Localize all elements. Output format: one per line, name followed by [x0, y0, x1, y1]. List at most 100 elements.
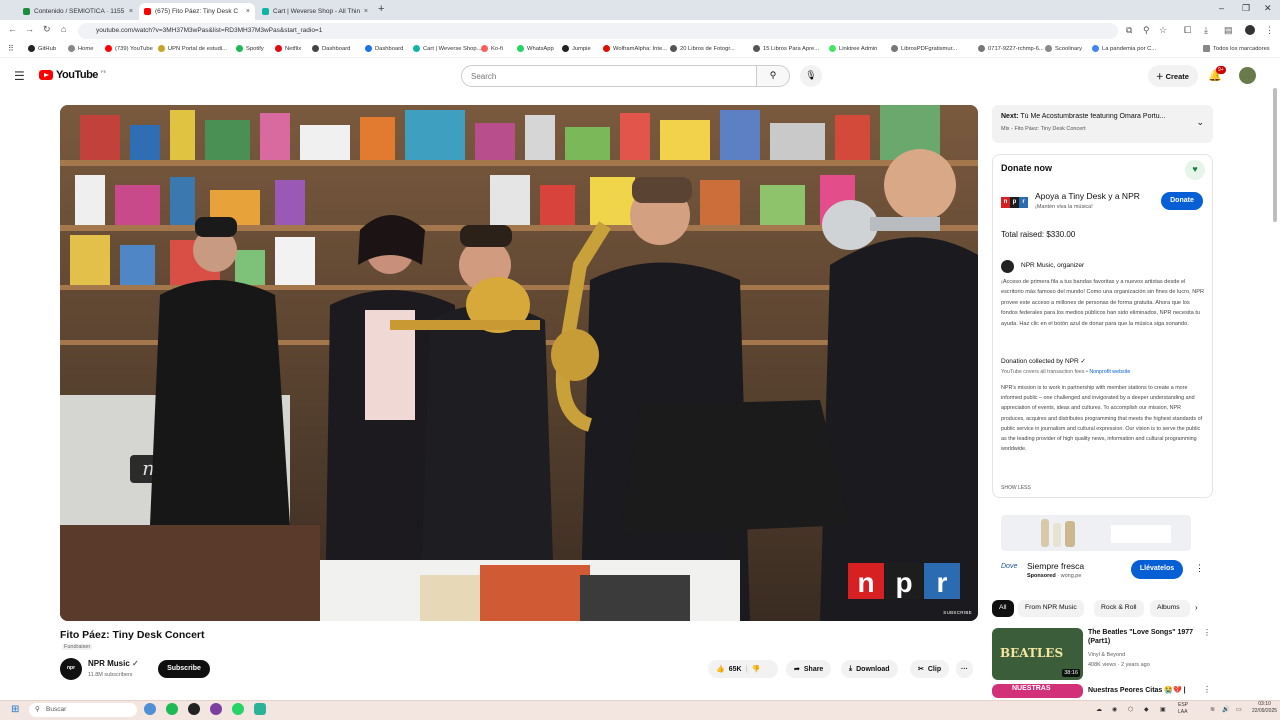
video-thumbnail[interactable]: BEATLES 38:16: [992, 628, 1083, 680]
app-icon[interactable]: [254, 703, 266, 715]
channel-avatar[interactable]: npr: [60, 658, 82, 680]
app-icon[interactable]: [210, 703, 222, 715]
up-next-panel[interactable]: Next: Tú Me Acostumbraste featuring Omar…: [992, 105, 1213, 143]
more-options-icon[interactable]: ⋮: [1203, 628, 1211, 637]
search-input[interactable]: Search: [461, 65, 757, 87]
install-icon[interactable]: ⧉: [1126, 25, 1132, 36]
bookmark-item[interactable]: Dashboard: [365, 45, 403, 52]
maximize-icon[interactable]: ❐: [1242, 3, 1250, 14]
bookmark-item[interactable]: LibrosPDFgratismur...: [891, 45, 957, 52]
close-icon[interactable]: ×: [364, 8, 368, 15]
show-less-link[interactable]: SHOW LESS: [1001, 485, 1031, 491]
apps-icon[interactable]: ⠿: [8, 44, 14, 53]
browser-menu-icon[interactable]: ⋮: [1265, 25, 1274, 36]
chip-albums[interactable]: Albums: [1150, 600, 1190, 617]
downloads-icon[interactable]: ⤓: [1204, 25, 1208, 36]
video-thumbnail[interactable]: NUESTRAS: [992, 684, 1083, 698]
channel-name[interactable]: NPR Music ✓: [88, 659, 139, 668]
video-subscribe-watermark[interactable]: SUBSCRIBE: [943, 610, 972, 615]
volume-icon[interactable]: 🔊: [1222, 706, 1229, 713]
chip-from-npr-music[interactable]: From NPR Music: [1018, 600, 1084, 617]
browser-tab-2[interactable]: Cart | Weverse Shop - All Thing ×: [257, 3, 373, 20]
url-bar[interactable]: youtube.com/watch?v=3MH37M3wPas&list=RD3…: [78, 23, 1118, 39]
chip-rock-and-roll[interactable]: Rock & Roll: [1094, 600, 1144, 617]
system-clock[interactable]: 03:10 22/09/2025: [1252, 701, 1277, 715]
bookmark-item[interactable]: 0717-9227-rchmp-6...: [978, 45, 1044, 52]
subscribe-button[interactable]: Subscribe: [158, 660, 210, 678]
language-indicator[interactable]: ESP LAA: [1178, 702, 1192, 716]
bookmark-item[interactable]: (739) YouTube: [105, 45, 153, 52]
close-icon[interactable]: ×: [129, 8, 133, 15]
edge-icon[interactable]: [144, 703, 156, 715]
close-window-icon[interactable]: ✕: [1264, 3, 1272, 14]
zoom-icon[interactable]: ⚲: [1143, 25, 1150, 36]
tray-icon[interactable]: ▣: [1160, 706, 1166, 713]
bookmark-item[interactable]: Netflix: [275, 45, 301, 52]
whatsapp-icon[interactable]: [232, 703, 244, 715]
clip-button[interactable]: ✂ Clip: [910, 660, 950, 678]
ad-image[interactable]: [1001, 515, 1191, 551]
bookmark-item[interactable]: UPN Portal de estudi...: [158, 45, 227, 52]
bookmark-item[interactable]: Home: [68, 45, 93, 52]
browser-tab-0[interactable]: Contenido / SEMIOTICA · 1155 ×: [18, 3, 138, 20]
spotify-icon[interactable]: [166, 703, 178, 715]
battery-icon[interactable]: ▭: [1236, 706, 1242, 713]
profile-icon[interactable]: [1245, 25, 1255, 35]
related-video[interactable]: BEATLES 38:16 The Beatles "Love Songs" 1…: [992, 628, 1213, 680]
wifi-icon[interactable]: ≋: [1210, 706, 1215, 713]
chevron-right-icon[interactable]: ›: [1195, 603, 1198, 612]
home-icon[interactable]: ⌂: [61, 24, 66, 34]
more-actions-icon[interactable]: ···: [956, 660, 973, 678]
share-button[interactable]: ➦ Share: [786, 660, 832, 678]
youtube-logo[interactable]: YouTube PE: [39, 69, 106, 81]
voice-search-button[interactable]: 🎙: [800, 65, 822, 87]
star-icon[interactable]: ☆: [1159, 25, 1167, 36]
bookmark-item[interactable]: Ko-fi: [481, 45, 503, 52]
like-dislike-group[interactable]: 👍 65K | 👎: [708, 660, 778, 678]
extensions-icon[interactable]: ⧠: [1184, 25, 1191, 36]
related-video[interactable]: NUESTRAS Nuestras Peores Citas 😭💔 | ⋮: [992, 684, 1213, 698]
minimize-icon[interactable]: –: [1219, 3, 1224, 13]
bookmark-item[interactable]: GitHub: [28, 45, 56, 52]
bookmark-item[interactable]: Jumpie: [562, 45, 591, 52]
create-button[interactable]: ＋ Create: [1148, 65, 1198, 87]
bookmark-item[interactable]: 20 Libros de Fotogr...: [670, 45, 735, 52]
chrome-icon[interactable]: [188, 703, 200, 715]
more-options-icon[interactable]: ⋮: [1203, 685, 1211, 694]
download-button[interactable]: ⤓ Download: [841, 660, 898, 678]
bookmark-item[interactable]: Cart | Weverse Shop...: [413, 45, 481, 52]
bookmark-item[interactable]: Scoolinary: [1045, 45, 1082, 52]
thumbs-up-icon[interactable]: 👍: [716, 665, 725, 673]
bookmark-item[interactable]: WhatsApp: [517, 45, 554, 52]
cloud-icon[interactable]: ☁: [1096, 706, 1102, 713]
chip-all[interactable]: All: [992, 600, 1014, 617]
video-player[interactable]: moog n p r SUBSCRIBE: [60, 105, 978, 621]
thumbs-down-icon[interactable]: 👎: [752, 665, 761, 673]
bookmark-item[interactable]: Spotify: [236, 45, 264, 52]
account-avatar[interactable]: [1239, 67, 1256, 84]
more-options-icon[interactable]: ⋮: [1195, 563, 1204, 574]
bookmark-item[interactable]: Dashboard: [312, 45, 350, 52]
forward-icon[interactable]: →: [25, 24, 34, 34]
taskbar-search[interactable]: ⚲ Buscar: [29, 703, 137, 717]
page-scrollbar[interactable]: [1273, 88, 1277, 222]
back-icon[interactable]: ←: [8, 24, 17, 34]
bookmark-item[interactable]: WolframAlpha: Inte...: [603, 45, 667, 52]
new-tab-button[interactable]: +: [378, 3, 384, 15]
search-button[interactable]: ⚲: [757, 65, 790, 87]
hamburger-menu-icon[interactable]: ☰: [14, 69, 25, 83]
nonprofit-link[interactable]: Nonprofit website: [1089, 369, 1130, 375]
ad-title[interactable]: Siempre fresca: [1027, 561, 1084, 571]
chevron-down-icon[interactable]: ⌄: [1196, 117, 1204, 128]
tray-icon[interactable]: ⬡: [1128, 706, 1133, 713]
security-icon[interactable]: ◉: [1112, 706, 1117, 713]
bookmark-item[interactable]: 15 Libros Para Apre...: [753, 45, 819, 52]
fundraiser-badge[interactable]: Fundraiser: [62, 644, 93, 650]
tray-icon[interactable]: ◆: [1144, 706, 1149, 713]
bookmark-item[interactable]: Linktree Admin: [829, 45, 877, 52]
ad-cta-button[interactable]: Llévatelos: [1131, 560, 1183, 579]
sidebar-icon[interactable]: ▤: [1224, 25, 1233, 36]
donate-button[interactable]: Donate: [1161, 192, 1203, 210]
windows-start-icon[interactable]: ⊞: [11, 704, 19, 715]
browser-tab-1[interactable]: (675) Fito Páez: Tiny Desk C ×: [139, 3, 255, 20]
